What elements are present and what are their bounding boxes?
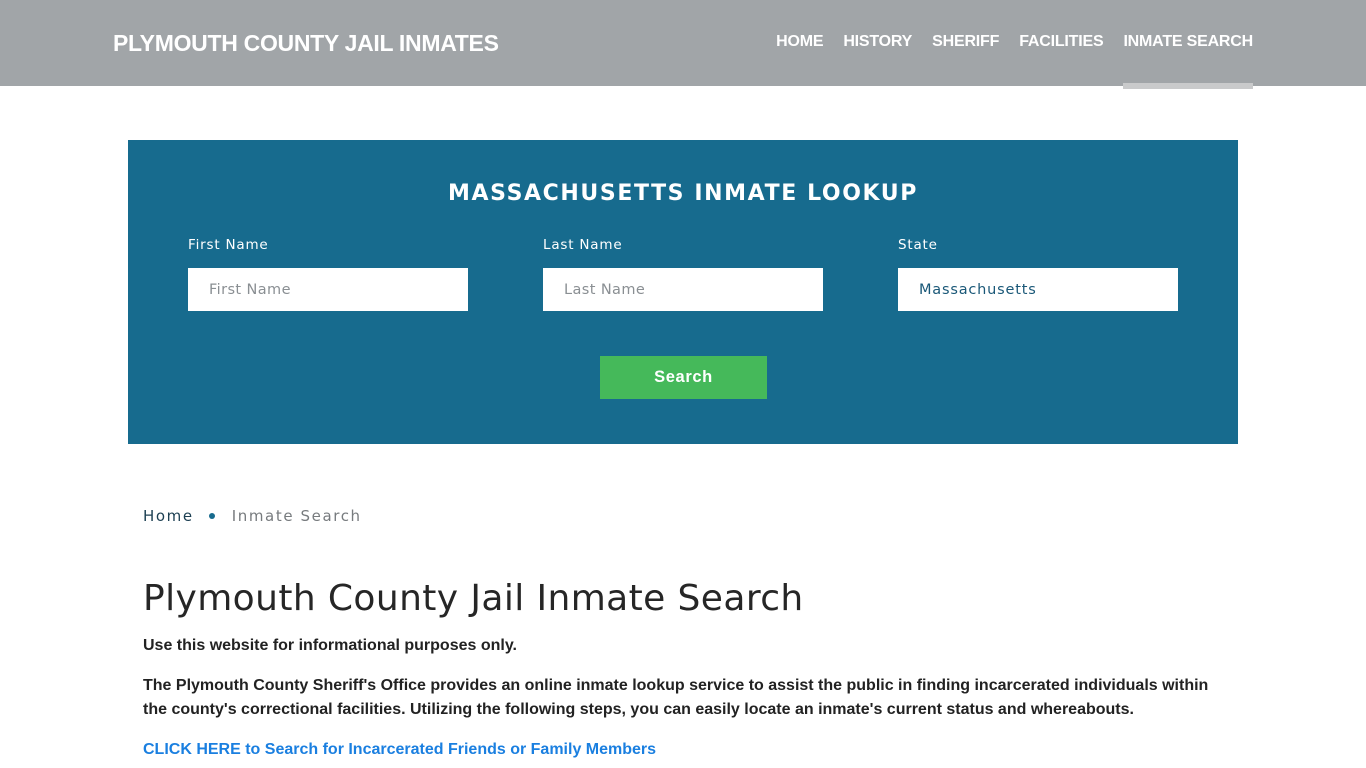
first-name-label: First Name xyxy=(188,237,269,253)
first-name-input[interactable] xyxy=(188,268,468,311)
nav-item-home[interactable]: HOME xyxy=(776,0,823,89)
nav-item-history[interactable]: HISTORY xyxy=(843,0,912,89)
disclaimer-text: Use this website for informational purpo… xyxy=(143,637,517,654)
state-input[interactable] xyxy=(898,268,1178,311)
intro-paragraph: The Plymouth County Sheriff's Office pro… xyxy=(143,677,1209,718)
breadcrumb-separator-dot-icon xyxy=(208,513,215,519)
site-header: PLYMOUTH COUNTY JAIL INMATES HOME HISTOR… xyxy=(0,0,1366,89)
site-title-link[interactable]: PLYMOUTH COUNTY JAIL INMATES xyxy=(113,30,499,57)
nav-item-inmate-search[interactable]: INMATE SEARCH xyxy=(1123,0,1253,89)
breadcrumb-home-link[interactable]: Home xyxy=(143,507,194,525)
last-name-label: Last Name xyxy=(543,237,623,253)
search-button[interactable]: Search xyxy=(600,356,767,399)
state-label: State xyxy=(898,237,938,253)
breadcrumb-current: Inmate Search xyxy=(231,507,362,525)
nav-item-facilities[interactable]: FACILITIES xyxy=(1019,0,1103,89)
main-nav: HOME HISTORY SHERIFF FACILITIES INMATE S… xyxy=(776,0,1253,89)
breadcrumb: Home Inmate Search xyxy=(143,507,362,525)
nav-item-sheriff[interactable]: SHERIFF xyxy=(932,0,999,89)
lookup-title: MASSACHUSETTS INMATE LOOKUP xyxy=(448,181,918,206)
last-name-input[interactable] xyxy=(543,268,823,311)
search-cta-link[interactable]: CLICK HERE to Search for Incarcerated Fr… xyxy=(143,738,656,762)
page-title: Plymouth County Jail Inmate Search xyxy=(143,578,804,619)
